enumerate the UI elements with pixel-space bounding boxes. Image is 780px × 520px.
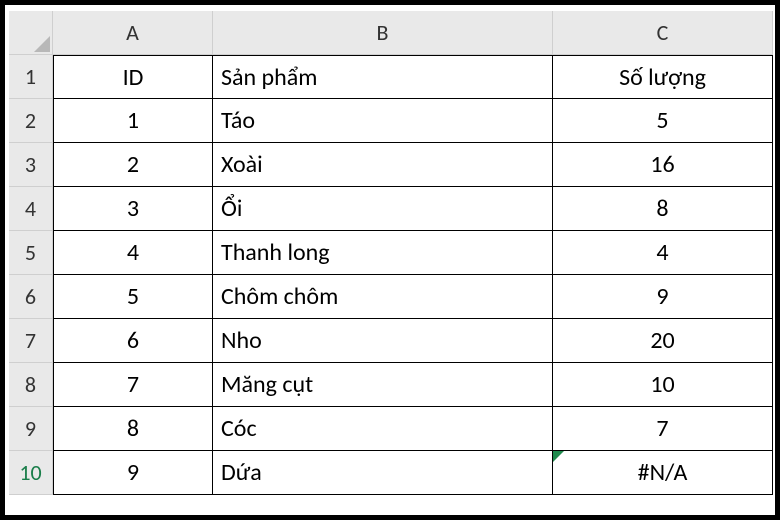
column-header-C[interactable]: C [553,11,773,55]
cell-B8[interactable]: Măng cụt [213,363,553,407]
row-header-1[interactable]: 1 [9,55,53,99]
app-frame: A B C 1 ID Sản phẩm Số lượng 2 1 Táo 5 3… [0,0,780,520]
select-all-icon [34,36,50,52]
cell-C5[interactable]: 4 [553,231,773,275]
cell-B2[interactable]: Táo [213,99,553,143]
cell-A7[interactable]: 6 [53,319,213,363]
cell-C1[interactable]: Số lượng [553,55,773,99]
spreadsheet-grid: A B C 1 ID Sản phẩm Số lượng 2 1 Táo 5 3… [9,11,773,495]
cell-A9[interactable]: 8 [53,407,213,451]
cell-C6[interactable]: 9 [553,275,773,319]
cell-B10[interactable]: Dứa [213,451,553,495]
row-header-6[interactable]: 6 [9,275,53,319]
select-all-corner[interactable] [9,11,53,55]
row-header-4[interactable]: 4 [9,187,53,231]
column-header-B[interactable]: B [213,11,553,55]
row-header-5[interactable]: 5 [9,231,53,275]
cell-A8[interactable]: 7 [53,363,213,407]
cell-A2[interactable]: 1 [53,99,213,143]
cell-C10[interactable]: #N/A [553,451,773,495]
row-header-2[interactable]: 2 [9,99,53,143]
row-header-10[interactable]: 10 [9,451,53,495]
row-header-7[interactable]: 7 [9,319,53,363]
cell-C9[interactable]: 7 [553,407,773,451]
cell-C3[interactable]: 16 [553,143,773,187]
cell-C2[interactable]: 5 [553,99,773,143]
row-header-3[interactable]: 3 [9,143,53,187]
cell-C8[interactable]: 10 [553,363,773,407]
cell-B4[interactable]: Ổi [213,187,553,231]
cell-B1[interactable]: Sản phẩm [213,55,553,99]
column-header-A[interactable]: A [53,11,213,55]
cell-B7[interactable]: Nho [213,319,553,363]
cell-A1[interactable]: ID [53,55,213,99]
cell-B6[interactable]: Chôm chôm [213,275,553,319]
cell-A5[interactable]: 4 [53,231,213,275]
cell-A10[interactable]: 9 [53,451,213,495]
cell-B3[interactable]: Xoài [213,143,553,187]
cell-B5[interactable]: Thanh long [213,231,553,275]
cell-A4[interactable]: 3 [53,187,213,231]
row-header-9[interactable]: 9 [9,407,53,451]
cell-B9[interactable]: Cóc [213,407,553,451]
row-header-8[interactable]: 8 [9,363,53,407]
cell-C4[interactable]: 8 [553,187,773,231]
cell-A3[interactable]: 2 [53,143,213,187]
cell-A6[interactable]: 5 [53,275,213,319]
cell-C7[interactable]: 20 [553,319,773,363]
